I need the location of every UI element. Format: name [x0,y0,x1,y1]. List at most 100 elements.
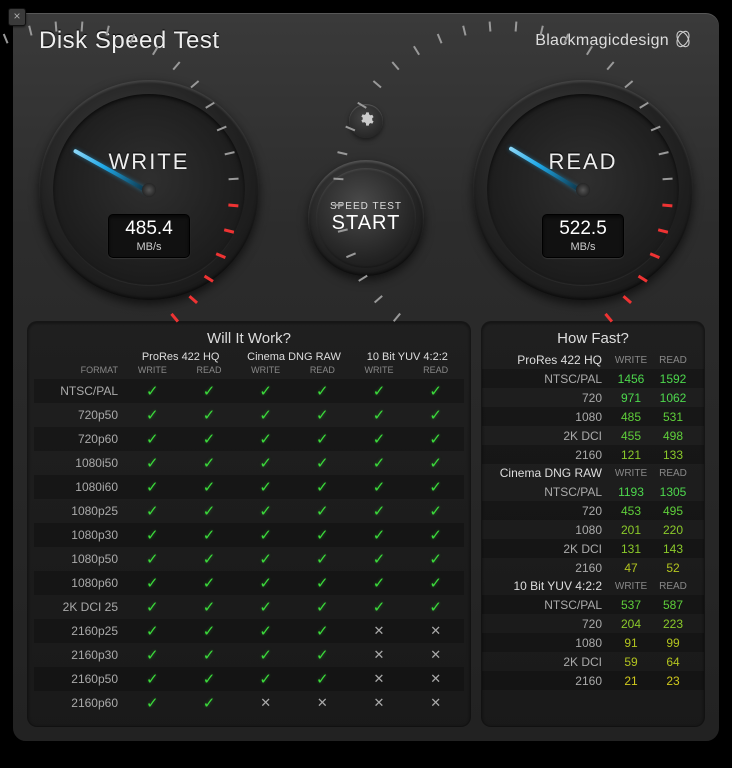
center-column: SPEED TEST START [308,104,424,276]
check-icon: ✓ [351,502,408,520]
settings-button[interactable] [349,104,383,138]
write-reading: 485.4 MB/s [108,214,190,258]
cross-icon: ✕ [407,623,464,639]
read-fps: 587 [652,598,694,612]
check-icon: ✓ [407,454,464,472]
row-label: 1080p30 [34,528,124,542]
table-row: 720p60✓✓✓✓✓✓ [34,427,464,451]
check-icon: ✓ [124,526,181,544]
check-icon: ✓ [181,550,238,568]
table-row: 1080p25✓✓✓✓✓✓ [34,499,464,523]
check-icon: ✓ [124,406,181,424]
table-row: 21604752 [482,558,704,577]
read-reading: 522.5 MB/s [542,214,624,258]
header: Disk Speed Test Blackmagicdesign [13,13,719,65]
write-fps: 971 [610,391,652,405]
check-icon: ✓ [294,622,351,640]
read-fps: 64 [652,655,694,669]
row-label: 2160 [492,448,610,462]
cross-icon: ✕ [351,623,408,639]
table-row: 2K DCI131143 [482,539,704,558]
read-fps: 99 [652,636,694,650]
table-row: 720p50✓✓✓✓✓✓ [34,403,464,427]
cross-icon: ✕ [294,695,351,711]
check-icon: ✓ [407,574,464,592]
cross-icon: ✕ [351,647,408,663]
check-icon: ✓ [237,526,294,544]
read-unit: MB/s [543,241,623,253]
check-icon: ✓ [351,478,408,496]
table-row: NTSC/PAL14561592 [482,369,704,388]
read-fps: 1592 [652,372,694,386]
check-icon: ✓ [294,454,351,472]
row-label: 720p60 [34,432,124,446]
read-fps: 1305 [652,485,694,499]
read-value: 522.5 [543,217,623,241]
check-icon: ✓ [181,598,238,616]
write-fps: 91 [610,636,652,650]
brand-logo: Blackmagicdesign [535,29,693,54]
row-label: 720 [492,504,610,518]
results-area: Will It Work? ProRes 422 HQ Cinema DNG R… [13,315,719,741]
how-fast-body: ProRes 422 HQWRITEREADNTSC/PAL1456159272… [482,351,704,690]
table-row: 10809199 [482,633,704,652]
row-label: 2K DCI [492,542,610,556]
check-icon: ✓ [351,406,408,424]
check-icon: ✓ [181,382,238,400]
table-row: 1080i60✓✓✓✓✓✓ [34,475,464,499]
row-label: NTSC/PAL [34,384,124,398]
read-fps: 223 [652,617,694,631]
check-icon: ✓ [181,670,238,688]
check-icon: ✓ [181,694,238,712]
row-label: 1080 [492,636,610,650]
row-label: 2K DCI 25 [34,600,124,614]
check-icon: ✓ [237,670,294,688]
check-icon: ✓ [294,430,351,448]
check-icon: ✓ [294,382,351,400]
read-fps: 531 [652,410,694,424]
how-fast-panel: How Fast? ProRes 422 HQWRITEREADNTSC/PAL… [481,321,705,727]
write-fps: 537 [610,598,652,612]
row-label: 1080i50 [34,456,124,470]
table-row: 2160p50✓✓✓✓✕✕ [34,667,464,691]
row-label: 2160p25 [34,624,124,638]
row-label: 2160 [492,674,610,688]
check-icon: ✓ [407,382,464,400]
check-icon: ✓ [294,550,351,568]
group-header: Cinema DNG RAW [237,351,350,363]
check-icon: ✓ [237,382,294,400]
row-label: NTSC/PAL [492,485,610,499]
write-fps: 455 [610,429,652,443]
write-fps: 131 [610,542,652,556]
check-icon: ✓ [351,574,408,592]
table-row: 2160p30✓✓✓✓✕✕ [34,643,464,667]
table-row: 720204223 [482,614,704,633]
table-row: 1080p50✓✓✓✓✓✓ [34,547,464,571]
read-fps: 1062 [652,391,694,405]
check-icon: ✓ [181,502,238,520]
row-label: 1080p60 [34,576,124,590]
row-label: 2K DCI [492,655,610,669]
check-icon: ✓ [237,598,294,616]
row-label: 1080 [492,523,610,537]
close-button[interactable]: × [8,8,26,26]
check-icon: ✓ [294,670,351,688]
write-fps: 201 [610,523,652,537]
check-icon: ✓ [181,478,238,496]
start-button[interactable]: SPEED TEST START [308,160,424,276]
will-it-work-group-header: ProRes 422 HQ Cinema DNG RAW 10 Bit YUV … [28,351,470,365]
check-icon: ✓ [294,598,351,616]
check-icon: ✓ [124,622,181,640]
check-icon: ✓ [237,478,294,496]
write-fps: 485 [610,410,652,424]
check-icon: ✓ [407,598,464,616]
write-gauge-face: WRITE 485.4 MB/s [53,94,245,286]
row-label: NTSC/PAL [492,598,610,612]
read-fps: 220 [652,523,694,537]
write-fps: 121 [610,448,652,462]
read-fps: 143 [652,542,694,556]
check-icon: ✓ [181,406,238,424]
write-fps: 453 [610,504,652,518]
section-name: Cinema DNG RAW [492,466,610,480]
write-value: 485.4 [109,217,189,241]
